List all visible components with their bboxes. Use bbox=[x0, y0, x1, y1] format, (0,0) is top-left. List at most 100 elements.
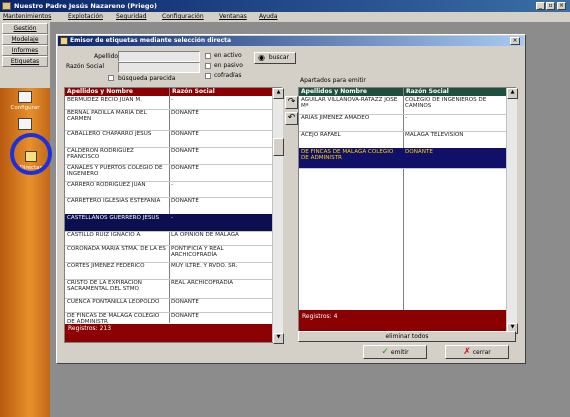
menu-bar: Mantenimientos Explotación Seguridad Con… bbox=[0, 12, 570, 22]
menu-ventanas[interactable]: Ventanas bbox=[219, 12, 247, 22]
cell-apellidos: BERMUDEZ RECIO JUAN M. bbox=[67, 97, 142, 103]
cell-razon-social: - bbox=[405, 115, 408, 121]
table-row[interactable]: CARRETERO IGLESIAS ESTEFANIA DONANTE bbox=[65, 197, 272, 215]
scroll-up-icon[interactable]: ▲ bbox=[273, 88, 284, 99]
table-row[interactable]: DE FINCAS DE MALAGA COLEGIO DE ADMINISTR… bbox=[299, 148, 506, 169]
nav-informes[interactable]: Informes bbox=[2, 45, 48, 56]
cell-razon-social: - bbox=[171, 182, 174, 188]
buscar-label: buscar bbox=[268, 54, 289, 61]
cell-apellidos: ACEJO RAFAEL bbox=[301, 132, 341, 138]
cerrar-button[interactable]: ✗ cerrar bbox=[445, 345, 509, 359]
selected-scrollbar[interactable] bbox=[506, 88, 517, 332]
move-to-left-icon[interactable]: ↶ bbox=[285, 112, 298, 125]
emitir-button[interactable]: ✓ emitir bbox=[363, 345, 427, 359]
en-pasivo-checkbox[interactable] bbox=[205, 63, 211, 69]
scroll-thumb[interactable] bbox=[273, 138, 284, 156]
cell-razon-social: - bbox=[171, 97, 174, 103]
cell-razon-social: REAL ARCHICOFRADÍA bbox=[171, 280, 234, 286]
nav-configurar-label: Configurar bbox=[10, 105, 40, 111]
en-activo-checkbox[interactable] bbox=[205, 53, 211, 59]
table-row[interactable]: AGUILAR VILLANOVA-RATAZZ JOSÉ Mª COLEGIO … bbox=[299, 96, 506, 115]
emitir-label: emitir bbox=[390, 349, 409, 356]
cell-apellidos: AGUILAR VILLANOVA-RATAZZ JOSÉ Mª bbox=[301, 97, 398, 109]
busqueda-parecida-checkbox[interactable] bbox=[108, 75, 114, 81]
table-row[interactable]: CANALES Y PUERTOS COLEGIO DE INGENIERO DO… bbox=[65, 164, 272, 182]
cell-apellidos: CABALLERO CHAPARRO JESUS bbox=[67, 131, 152, 137]
nav-etiquetas[interactable]: Etiquetas bbox=[2, 56, 48, 67]
cell-razon-social: DONANTE bbox=[171, 148, 199, 154]
close-window-button[interactable]: × bbox=[557, 2, 566, 10]
cell-apellidos: CUENCA PONTANILLA LEOPOLDO bbox=[67, 299, 160, 305]
cell-apellidos: CORONADA MARÍA STMA. DE LA ES bbox=[67, 246, 166, 252]
cell-razon-social: MALAGA TELEVISION bbox=[405, 132, 464, 138]
table-row[interactable]: CUENCA PONTANILLA LEOPOLDO DONANTE bbox=[65, 298, 272, 313]
checkmark-icon: ✓ bbox=[381, 347, 389, 357]
table-row[interactable]: CASTELLANOS GUERRERO JESUS - bbox=[65, 214, 272, 232]
background-area bbox=[527, 22, 570, 417]
table-row[interactable]: CARRERO RODRIGUEZ JUAN - bbox=[65, 181, 272, 198]
table-row[interactable]: CRISTO DE LA EXPIRACIÓN SACRAMENTAL DEL … bbox=[65, 279, 272, 299]
eliminar-todos-button[interactable]: eliminar todos bbox=[298, 331, 516, 342]
table-row[interactable]: CABALLERO CHAPARRO JESUS DONANTE bbox=[65, 130, 272, 148]
move-to-right-icon[interactable]: ↷ bbox=[285, 96, 298, 109]
restore-button[interactable]: ▫ bbox=[546, 2, 555, 10]
minimize-button[interactable]: _ bbox=[536, 2, 545, 10]
cross-icon: ✗ bbox=[463, 347, 471, 357]
table-row[interactable]: ACEJO RAFAEL MALAGA TELEVISION bbox=[299, 131, 506, 149]
nav-gestion[interactable]: Gestión bbox=[2, 23, 48, 34]
cell-apellidos: CASTILLO RUIZ IGNACIO A. bbox=[67, 232, 142, 238]
settings-icon[interactable] bbox=[18, 91, 32, 103]
results-grid[interactable]: Apellidos y Nombre Razón Social BERMUDEZ… bbox=[64, 87, 284, 344]
sel-scroll-up-icon[interactable]: ▲ bbox=[507, 88, 518, 99]
table-row[interactable]: CALDERON RODRIGUEZ FRANCISCO DONANTE bbox=[65, 147, 272, 165]
app-icon bbox=[2, 2, 11, 10]
dialog-title-bar: Emisor de etiquetas mediante selección d… bbox=[58, 36, 524, 46]
cell-razon-social: DONANTE bbox=[171, 131, 199, 137]
cell-razon-social: DONANTE bbox=[171, 110, 199, 116]
results-scrollbar[interactable] bbox=[272, 88, 283, 342]
table-row[interactable]: ARIAS JIMÉNEZ AMADEO - bbox=[299, 114, 506, 132]
table-row[interactable]: CORONADA MARÍA STMA. DE LA ES PONTIFICIA … bbox=[65, 245, 272, 263]
binoculars-icon: ◉ bbox=[258, 53, 265, 62]
app-title-bar: Nuestro Padre Jesús Nazareno (Priego) bbox=[0, 0, 570, 12]
scroll-down-icon[interactable]: ▼ bbox=[273, 333, 284, 344]
en-activo-label: en activo bbox=[214, 52, 242, 59]
sel-col-header-apellidos[interactable]: Apellidos y Nombre bbox=[299, 88, 405, 96]
menu-mantenimientos[interactable]: Mantenimientos bbox=[3, 12, 51, 22]
col-header-apellidos[interactable]: Apellidos y Nombre bbox=[65, 88, 171, 96]
menu-explotacion[interactable]: Explotación bbox=[68, 12, 103, 22]
cell-apellidos: CASTELLANOS GUERRERO JESUS bbox=[67, 215, 160, 221]
apartados-label: Apartados para emitir bbox=[300, 77, 366, 84]
en-pasivo-label: en pasivo bbox=[214, 62, 243, 69]
list-icon[interactable] bbox=[18, 118, 32, 130]
table-row[interactable]: CASTILLO RUIZ IGNACIO A. LA OPINIÓN DE MÁ… bbox=[65, 231, 272, 246]
cell-apellidos: CANALES Y PUERTOS COLEGIO DE INGENIERO bbox=[67, 165, 163, 177]
cell-apellidos: DE FINCAS DE MALAGA COLEGIO DE ADMINISTR bbox=[301, 149, 394, 161]
cell-razon-social: DONANTE bbox=[405, 149, 433, 155]
apellidos-input[interactable] bbox=[118, 51, 200, 62]
cofradias-checkbox[interactable] bbox=[205, 73, 211, 79]
dialog-close-button[interactable]: × bbox=[510, 37, 520, 45]
menu-ayuda[interactable]: Ayuda bbox=[259, 12, 278, 22]
selected-grid[interactable]: Apellidos y Nombre Razón Social AGUILAR … bbox=[298, 87, 518, 334]
menu-seguridad[interactable]: Seguridad bbox=[116, 12, 147, 22]
dialog-app-icon bbox=[60, 37, 68, 45]
razon-social-input[interactable] bbox=[118, 62, 200, 73]
results-count: Registros: 213 bbox=[65, 324, 275, 342]
table-row[interactable]: BERMUDEZ RECIO JUAN M. - bbox=[65, 96, 272, 110]
cell-razon-social: DONANTE bbox=[171, 299, 199, 305]
menu-configuracion[interactable]: Configuración bbox=[162, 12, 204, 22]
cell-razon-social: DONANTE bbox=[171, 313, 199, 319]
app-title: Nuestro Padre Jesús Nazareno (Priego) bbox=[14, 2, 157, 10]
sel-col-header-razon[interactable]: Razón Social bbox=[404, 88, 508, 96]
table-row[interactable]: CORTÉS JIMÉNEZ FEDERICO MUY ILTRE. Y RVDO… bbox=[65, 262, 272, 280]
cell-razon-social: MUY ILTRE. Y RVDO. SR. bbox=[171, 263, 238, 269]
cell-apellidos: BERNAL PADILLA MARIA DEL CARMEN bbox=[67, 110, 147, 122]
selected-count: Registros: 4 bbox=[299, 310, 509, 332]
nav-modelaje[interactable]: Modelaje bbox=[2, 34, 48, 45]
table-row[interactable]: BERNAL PADILLA MARIA DEL CARMEN DONANTE bbox=[65, 109, 272, 131]
razon-social-label: Razón Social bbox=[66, 63, 105, 70]
buscar-button[interactable]: ◉ buscar bbox=[254, 52, 296, 64]
col-header-razon[interactable]: Razón Social bbox=[170, 88, 274, 96]
cell-razon-social: DONANTE bbox=[171, 198, 199, 204]
